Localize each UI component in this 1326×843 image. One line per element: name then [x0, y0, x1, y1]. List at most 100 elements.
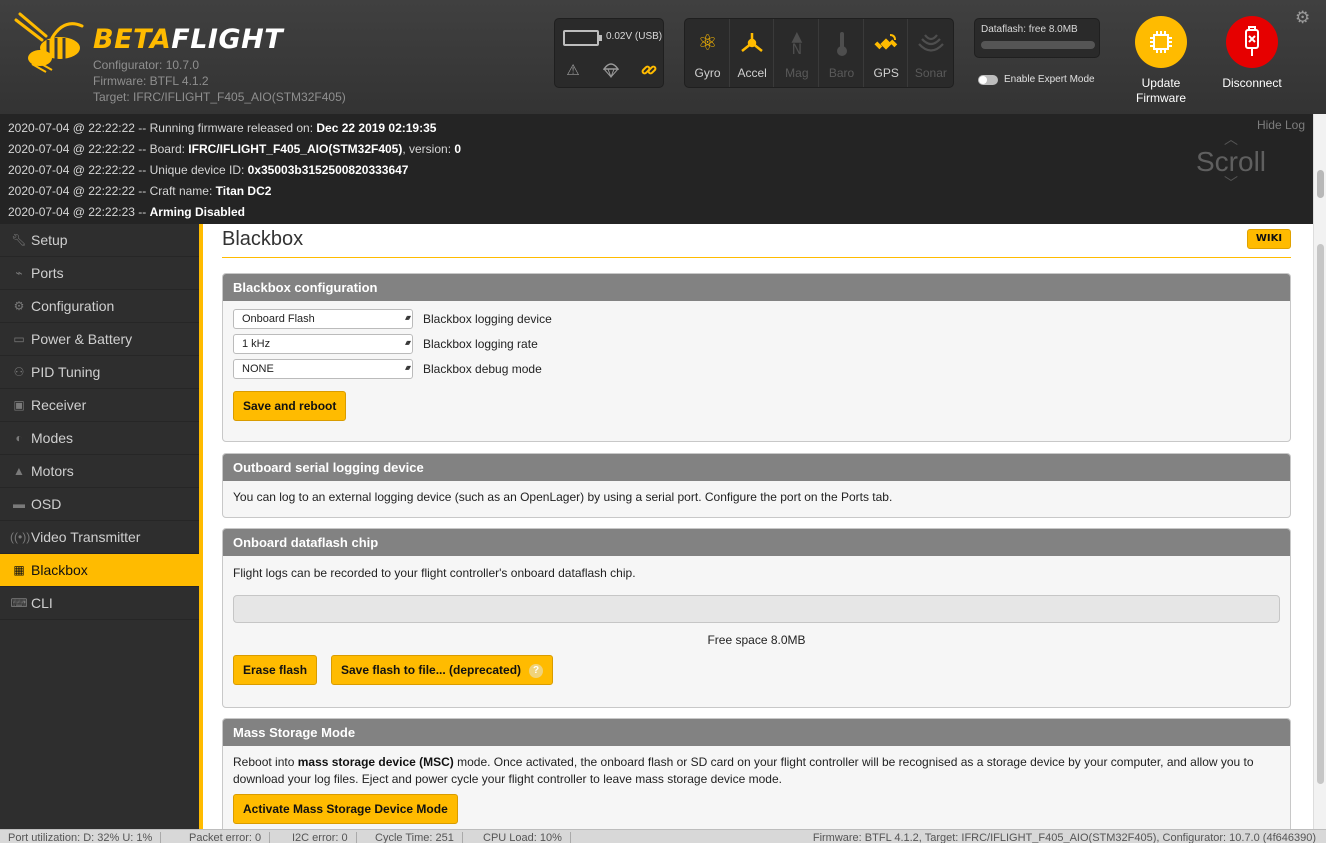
firmware-version: Firmware: BTFL 4.1.2: [93, 74, 209, 88]
msc-description: Reboot into mass storage device (MSC) mo…: [233, 755, 1254, 786]
sidebar-item-configuration[interactable]: ⚙ Configuration: [0, 290, 199, 323]
motor-icon: ▲: [13, 464, 25, 478]
expert-mode-switch[interactable]: [978, 74, 998, 85]
accel-icon: [730, 31, 775, 61]
warning-icon: ⚠: [566, 61, 580, 79]
settings-gear-icon[interactable]: ⚙: [1295, 8, 1310, 28]
help-icon[interactable]: ?: [529, 664, 544, 678]
sonar-icon: [908, 31, 953, 59]
log-line: 2020-07-04 @ 22:22:22 -- Board: IFRC/IFL…: [8, 142, 462, 156]
free-space-label: Free space 8.0MB: [707, 633, 806, 647]
sensor-sonar: Sonar: [908, 19, 953, 87]
dataflash-status: Dataflash: free 8.0MB: [974, 18, 1100, 58]
target-name: Target: IFRC/IFLIGHT_F405_AIO(STM32F405): [93, 90, 346, 104]
cycle-time: Cycle Time: 251: [367, 832, 463, 843]
gyro-icon: ⚛: [697, 31, 718, 56]
disconnect-button[interactable]: Disconnect: [1212, 16, 1292, 91]
port-utilization: Port utilization: D: 32% U: 1%: [0, 832, 162, 843]
i2c-error: I2C error: 0: [284, 832, 357, 843]
sidebar-item-power-battery[interactable]: ▭ Power & Battery: [0, 323, 199, 356]
sensor-status-panel: ⚛ Gyro Accel ▲ N Mag Baro GPS Sonar: [684, 18, 954, 88]
sidebar-item-modes[interactable]: ◐ Modes: [0, 422, 199, 455]
logging-rate-label: Blackbox logging rate: [423, 337, 538, 351]
log-line: 2020-07-04 @ 22:22:22 -- Unique device I…: [8, 163, 409, 177]
chevron-up-icon: ︿: [1224, 132, 1238, 148]
plug-icon: ⌁: [15, 266, 23, 280]
panel-header: Outboard serial logging device: [223, 454, 1290, 481]
logging-device-select[interactable]: Onboard Flash: [233, 309, 413, 329]
packet-error: Packet error: 0: [181, 832, 271, 843]
scroll-indicator[interactable]: ︿ Scroll ﹀: [1196, 132, 1266, 191]
battery-icon: [563, 30, 602, 46]
wrench-icon: 🔧︎: [11, 233, 27, 247]
dataflash-panel: Onboard dataflash chip Flight logs can b…: [222, 528, 1291, 708]
sidebar-item-osd[interactable]: ▬ OSD: [0, 488, 199, 521]
sidebar-item-pid-tuning[interactable]: ⚇ PID Tuning: [0, 356, 199, 389]
sidebar-item-receiver[interactable]: ▣ Receiver: [0, 389, 199, 422]
log-line: 2020-07-04 @ 22:22:22 -- Running firmwar…: [8, 121, 437, 135]
cpu-load: CPU Load: 10%: [475, 832, 571, 843]
blackbox-config-panel: Blackbox configuration Onboard Flash Bla…: [222, 273, 1291, 442]
receiver-icon: ▣: [13, 398, 25, 412]
logging-rate-select[interactable]: 1 kHz: [233, 334, 413, 354]
sidebar-item-ports[interactable]: ⌁ Ports: [0, 257, 199, 290]
content-scroll-thumb[interactable]: [1317, 244, 1324, 784]
sensor-baro: Baro: [819, 19, 864, 87]
battery-status: 0.02V (USB) ⚠: [554, 18, 664, 88]
outboard-serial-panel: Outboard serial logging device You can l…: [222, 453, 1291, 518]
sidebar-item-cli[interactable]: ⌨ CLI: [0, 587, 199, 620]
sidebar-item-blackbox[interactable]: ▦ Blackbox: [0, 554, 199, 587]
title-divider: [222, 257, 1291, 258]
debug-mode-label: Blackbox debug mode: [423, 362, 542, 376]
battery-voltage: 0.02V (USB): [606, 31, 663, 42]
bee-logo-icon: [14, 12, 84, 73]
wiki-button[interactable]: WIKI: [1247, 229, 1291, 249]
log-scroll-thumb[interactable]: [1317, 170, 1324, 198]
dataflash-bar: [981, 41, 1095, 49]
status-bar: Port utilization: D: 32% U: 1% Packet er…: [0, 829, 1326, 843]
expert-mode-toggle[interactable]: Enable Expert Mode: [978, 74, 1095, 85]
sensor-gyro: ⚛ Gyro: [685, 19, 730, 87]
parachute-icon: [601, 61, 621, 79]
erase-flash-button[interactable]: Erase flash: [233, 655, 318, 685]
blackbox-icon: ▦: [13, 563, 25, 577]
link-icon: [639, 61, 659, 79]
usb-disconnect-icon: [1226, 16, 1278, 68]
logging-device-label: Blackbox logging device: [423, 312, 552, 326]
sidebar-item-motors[interactable]: ▲ Motors: [0, 455, 199, 488]
baro-icon: [819, 31, 864, 63]
osd-icon: ▬: [13, 497, 25, 511]
log-line: 2020-07-04 @ 22:22:23 -- Arming Disabled: [8, 205, 245, 219]
save-and-reboot-button[interactable]: Save and reboot: [233, 391, 347, 421]
main-content: Blackbox WIKI Blackbox configuration Onb…: [203, 224, 1313, 829]
chip-icon: [1135, 16, 1187, 68]
serial-description: You can log to an external logging devic…: [233, 490, 893, 504]
save-flash-to-file-button[interactable]: Save flash to file... (deprecated)?: [331, 655, 554, 685]
update-firmware-button[interactable]: Update Firmware: [1130, 16, 1192, 106]
battery-icon: ▭: [13, 332, 25, 346]
mass-storage-panel: Mass Storage Mode Reboot into mass stora…: [222, 718, 1291, 829]
dataflash-usage-bar: [233, 595, 1280, 623]
firmware-info: Firmware: BTFL 4.1.2, Target: IFRC/IFLIG…: [812, 832, 1316, 843]
page-scrollbar[interactable]: [1313, 114, 1326, 829]
pid-icon: ⚇: [13, 365, 25, 379]
debug-mode-select[interactable]: NONE: [233, 359, 413, 379]
activate-msc-button[interactable]: Activate Mass Storage Device Mode: [233, 794, 458, 824]
sidebar-item-setup[interactable]: 🔧︎ Setup: [0, 224, 199, 257]
sensor-accel: Accel: [730, 19, 775, 87]
gear-icon: ⚙: [13, 299, 25, 313]
hide-log-link[interactable]: Hide Log: [1257, 118, 1305, 132]
cli-icon: ⌨: [10, 596, 28, 610]
sensor-mag: ▲ N Mag: [774, 19, 820, 87]
brand-wordmark: BETAFLIGHT: [93, 24, 284, 55]
sidebar-item-video-transmitter[interactable]: ((•)) Video Transmitter: [0, 521, 199, 554]
panel-header: Mass Storage Mode: [223, 719, 1290, 746]
log-line: 2020-07-04 @ 22:22:22 -- Craft name: Tit…: [8, 184, 272, 198]
page-title: Blackbox: [222, 228, 304, 250]
modes-icon: ◐: [15, 431, 23, 445]
dataflash-description: Flight logs can be recorded to your flig…: [233, 566, 636, 580]
panel-header: Blackbox configuration: [223, 274, 1290, 301]
configurator-version: Configurator: 10.7.0: [93, 58, 200, 72]
log-panel: 2020-07-04 @ 22:22:22 -- Running firmwar…: [0, 114, 1313, 224]
sensor-gps: GPS: [864, 19, 909, 87]
